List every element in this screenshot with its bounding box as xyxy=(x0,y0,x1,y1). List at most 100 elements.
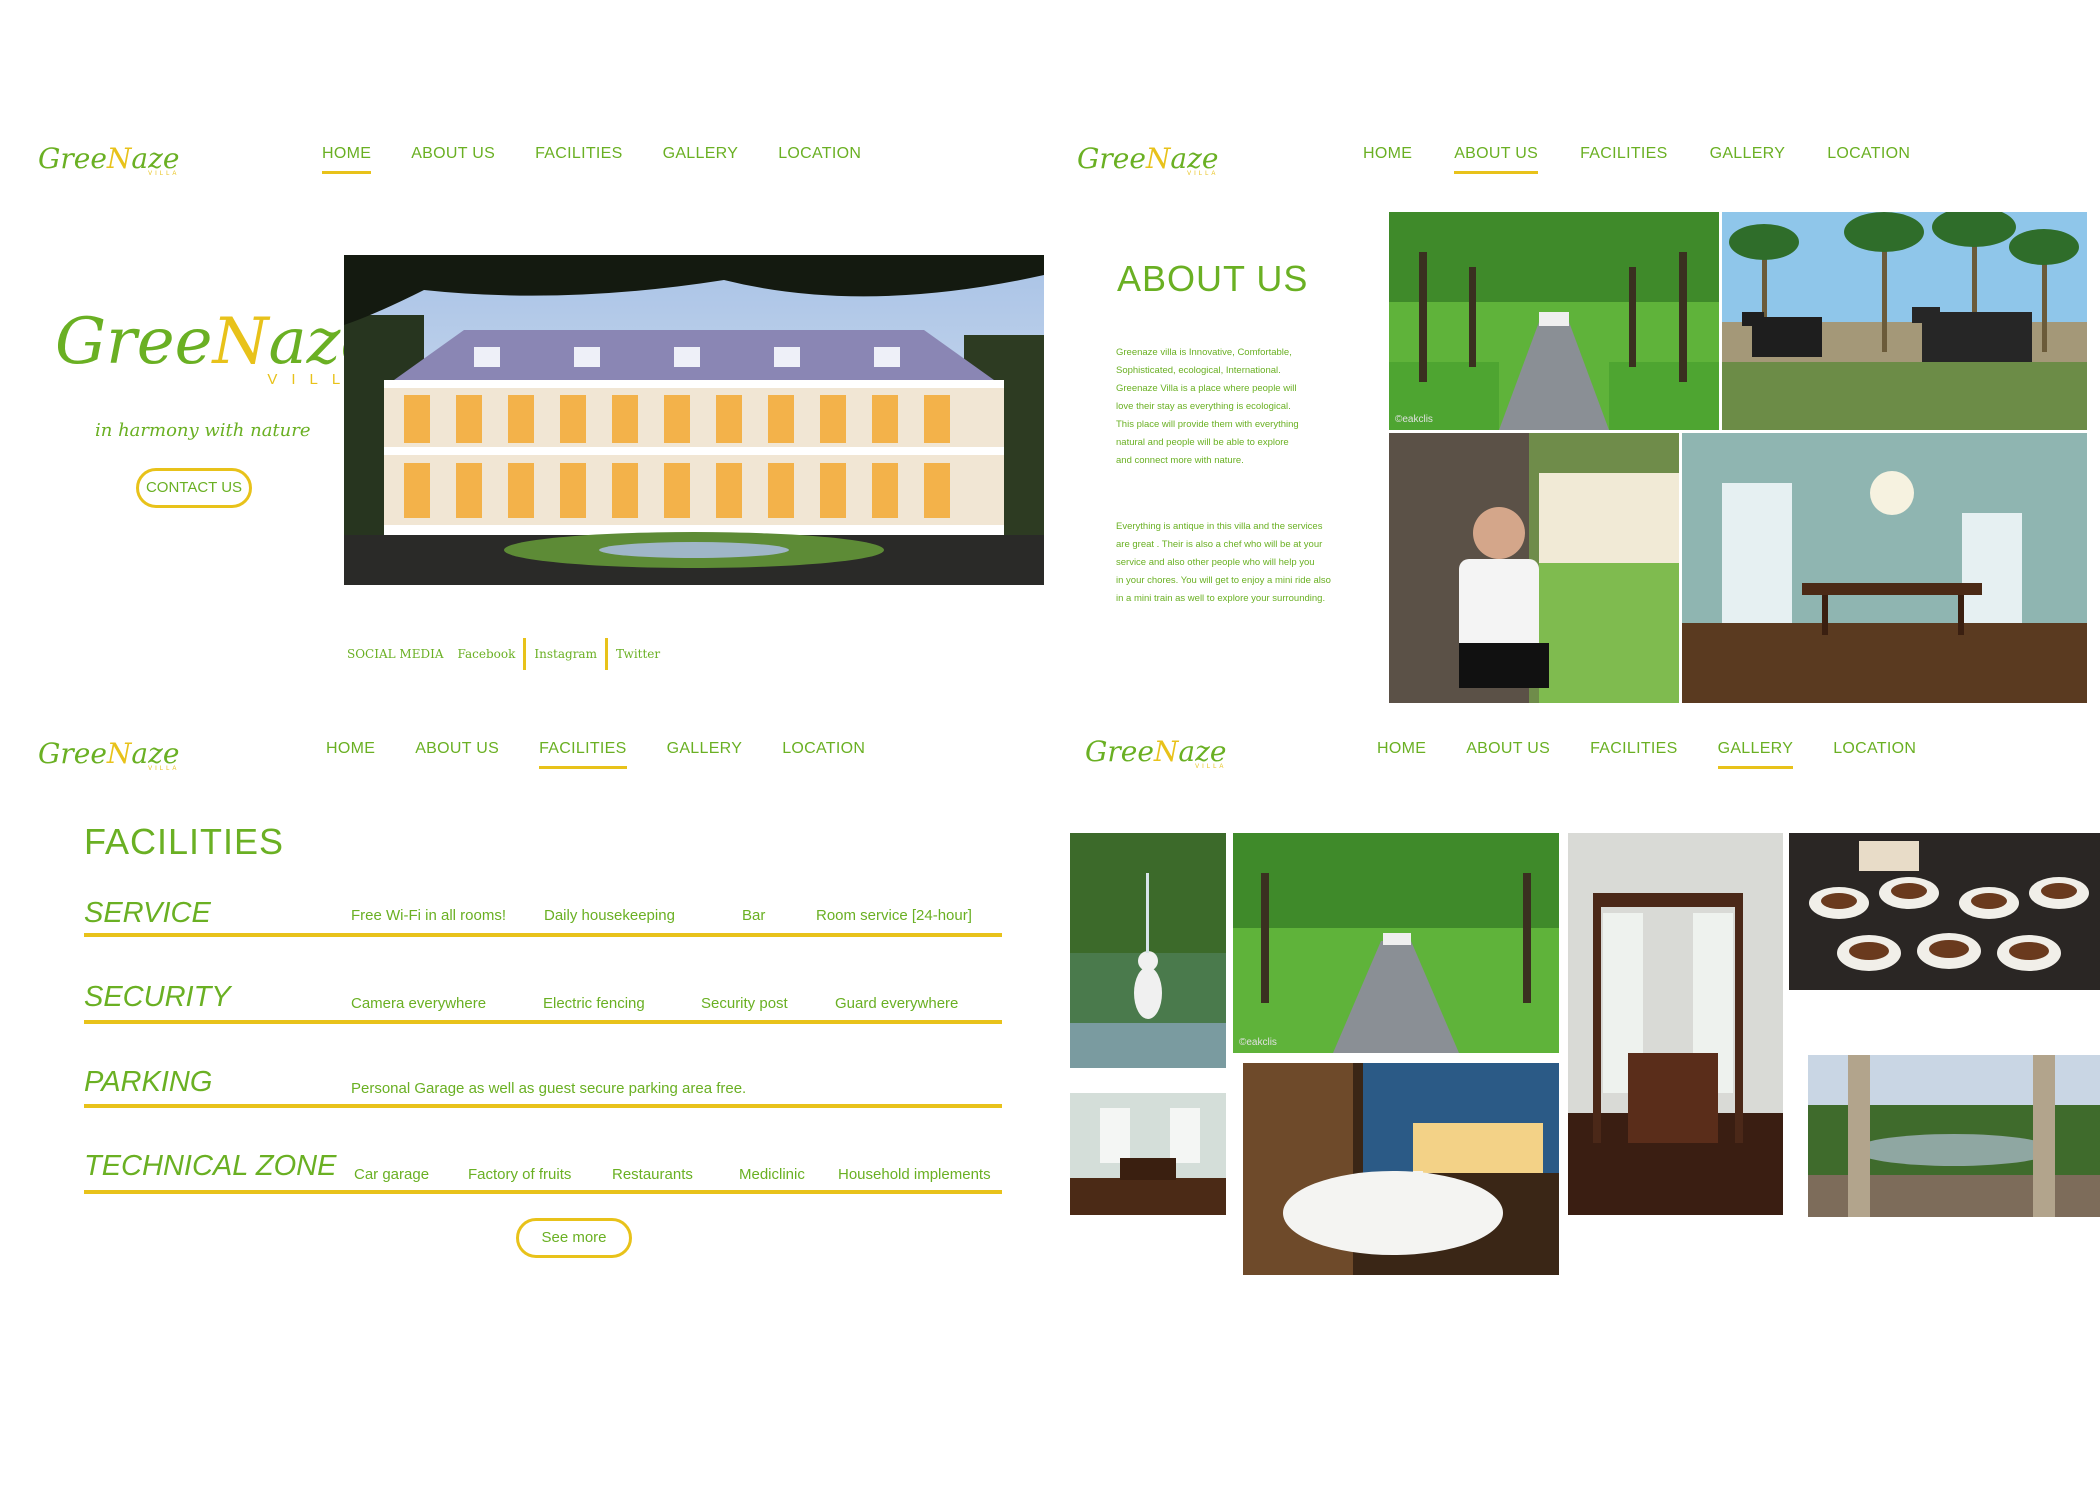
nav-home[interactable]: HOME xyxy=(1377,740,1426,769)
home-page-panel: GreeNaze VILLA HOME ABOUT US FACILITIES … xyxy=(0,120,1055,720)
facility-item: Room service [24-hour] xyxy=(816,907,972,924)
logo-text: Gree xyxy=(1077,142,1146,175)
facility-category: TECHNICAL ZONE xyxy=(84,1150,337,1182)
facilities-page-panel: GreeNaze VILLA HOME ABOUT US FACILITIES … xyxy=(0,715,1055,1315)
gallery-lounge-photo[interactable] xyxy=(1070,1093,1226,1215)
about-text-line: This place will provide them with everyt… xyxy=(1116,419,1299,430)
gallery-bedroom-photo[interactable] xyxy=(1568,833,1783,1215)
main-nav: HOME ABOUT US FACILITIES GALLERY LOCATIO… xyxy=(1363,145,1910,174)
about-text-line: love their stay as everything is ecologi… xyxy=(1116,401,1291,412)
chef-photo xyxy=(1389,433,1679,703)
hero-villa-photo xyxy=(344,255,1044,585)
facility-item: Car garage xyxy=(354,1166,430,1183)
nav-gallery[interactable]: GALLERY xyxy=(1710,145,1786,174)
see-more-button[interactable]: See more xyxy=(516,1218,632,1258)
about-text-line: natural and people will be able to explo… xyxy=(1116,437,1289,448)
facility-row-parking: PARKING Personal Garage as well as guest… xyxy=(84,1066,1002,1108)
facility-category: PARKING xyxy=(84,1066,213,1098)
nav-facilities[interactable]: FACILITIES xyxy=(1580,145,1667,174)
site-logo[interactable]: GreeNaze VILLA xyxy=(1085,735,1226,770)
about-text-line: in your chores. You will get to enjoy a … xyxy=(1116,575,1331,586)
nav-about[interactable]: ABOUT US xyxy=(1454,145,1539,174)
contact-us-button[interactable]: CONTACT US xyxy=(136,468,252,508)
site-logo[interactable]: GreeNaze VILLA xyxy=(1077,142,1218,177)
facilities-title: FACILITIES xyxy=(84,821,285,862)
site-logo[interactable]: GreeNaze VILLA xyxy=(38,142,179,177)
facility-item: Guard everywhere xyxy=(835,995,959,1012)
nav-gallery[interactable]: GALLERY xyxy=(663,145,739,174)
about-page-panel: GreeNaze VILLA HOME ABOUT US FACILITIES … xyxy=(1055,120,2100,720)
gallery-fountain-photo[interactable] xyxy=(1070,833,1226,1068)
facility-item: Daily housekeeping xyxy=(544,907,675,924)
main-nav: HOME ABOUT US FACILITIES GALLERY LOCATIO… xyxy=(322,145,861,174)
gallery-garden-view-photo[interactable] xyxy=(1808,1055,2100,1217)
nav-location[interactable]: LOCATION xyxy=(1827,145,1910,174)
photo-watermark: ©eakclis xyxy=(1395,414,1433,425)
facebook-link[interactable]: Facebook xyxy=(458,647,524,661)
facility-item: Restaurants xyxy=(612,1166,693,1183)
facility-item: Factory of fruits xyxy=(468,1166,572,1183)
nav-location[interactable]: LOCATION xyxy=(1833,740,1916,769)
facility-row-service: SERVICE Free Wi-Fi in all rooms! Daily h… xyxy=(84,897,1002,937)
logo-text: Gree xyxy=(38,142,107,175)
about-text-line: service and also other people who will h… xyxy=(1116,557,1315,568)
nav-location[interactable]: LOCATION xyxy=(782,740,865,769)
gallery-page-panel: GreeNaze VILLA HOME ABOUT US FACILITIES … xyxy=(1055,715,2100,1315)
logo-text-m: N xyxy=(106,737,132,770)
gallery-avenue-photo[interactable]: ©eakclis xyxy=(1233,833,1559,1053)
facility-item: Security post xyxy=(701,995,788,1012)
about-title: ABOUT US xyxy=(1117,258,1309,299)
facility-item: Bar xyxy=(742,907,766,924)
nav-home[interactable]: HOME xyxy=(326,740,375,769)
logo-text-m: N xyxy=(1153,735,1179,768)
facility-category: SERVICE xyxy=(84,897,211,929)
about-text-line: Greenaze villa is Innovative, Comfortabl… xyxy=(1116,347,1292,358)
gallery-dessert-photo[interactable] xyxy=(1789,833,2100,990)
facility-item: Electric fencing xyxy=(543,995,645,1012)
facility-category: SECURITY xyxy=(84,981,231,1013)
hero-logo: GreeNaze VILLA xyxy=(55,310,378,387)
nav-about[interactable]: ABOUT US xyxy=(411,145,495,174)
social-media-label: SOCIAL MEDIA xyxy=(347,647,444,661)
social-divider xyxy=(523,638,527,670)
nav-gallery[interactable]: GALLERY xyxy=(1717,740,1794,769)
train-photo xyxy=(1722,212,2087,430)
gallery-restaurant-photo[interactable] xyxy=(1243,1063,1559,1275)
main-nav: HOME ABOUT US FACILITIES GALLERY LOCATIO… xyxy=(1377,740,1916,769)
hero-logo-text-m: N xyxy=(212,305,269,379)
social-media-bar: SOCIAL MEDIA Facebook Instagram Twitter xyxy=(347,638,660,670)
twitter-link[interactable]: Twitter xyxy=(616,647,660,661)
nav-home[interactable]: HOME xyxy=(1363,145,1412,174)
site-logo[interactable]: GreeNaze VILLA xyxy=(38,737,179,772)
about-text-line: in a mini train as well to explore your … xyxy=(1116,593,1326,604)
tagline: in harmony with nature xyxy=(95,420,311,441)
facility-item: Mediclinic xyxy=(739,1166,805,1183)
nav-about[interactable]: ABOUT US xyxy=(415,740,499,769)
logo-text-m: N xyxy=(106,142,132,175)
about-paragraph-2: Everything is antique in this villa and … xyxy=(1116,518,1376,608)
facility-item: Camera everywhere xyxy=(351,995,487,1012)
nav-facilities[interactable]: FACILITIES xyxy=(1590,740,1677,769)
about-text-line: Sophisticated, ecological, International… xyxy=(1116,365,1281,376)
instagram-link[interactable]: Instagram xyxy=(534,647,605,661)
logo-text-m: N xyxy=(1145,142,1171,175)
nav-facilities[interactable]: FACILITIES xyxy=(539,740,627,769)
social-divider xyxy=(604,638,608,670)
facility-row-security: SECURITY Camera everywhere Electric fenc… xyxy=(84,981,1002,1024)
about-text-line: Everything is antique in this villa and … xyxy=(1116,521,1323,532)
facility-item: Personal Garage as well as guest secure … xyxy=(351,1080,747,1097)
main-nav: HOME ABOUT US FACILITIES GALLERY LOCATIO… xyxy=(326,740,865,769)
nav-home[interactable]: HOME xyxy=(322,145,372,174)
dining-hall-photo xyxy=(1682,433,2087,703)
nav-facilities[interactable]: FACILITIES xyxy=(535,145,622,174)
nav-gallery[interactable]: GALLERY xyxy=(667,740,743,769)
nav-about[interactable]: ABOUT US xyxy=(1466,740,1550,769)
facility-item: Free Wi-Fi in all rooms! xyxy=(351,907,507,924)
about-text-line: and connect more with nature. xyxy=(1116,455,1244,466)
logo-text: Gree xyxy=(1085,735,1154,768)
tree-avenue-photo: ©eakclis xyxy=(1389,212,1719,430)
logo-text: Gree xyxy=(38,737,107,770)
photo-watermark: ©eakclis xyxy=(1239,1037,1277,1048)
nav-location[interactable]: LOCATION xyxy=(778,145,861,174)
facility-item: Household implements xyxy=(838,1166,991,1183)
